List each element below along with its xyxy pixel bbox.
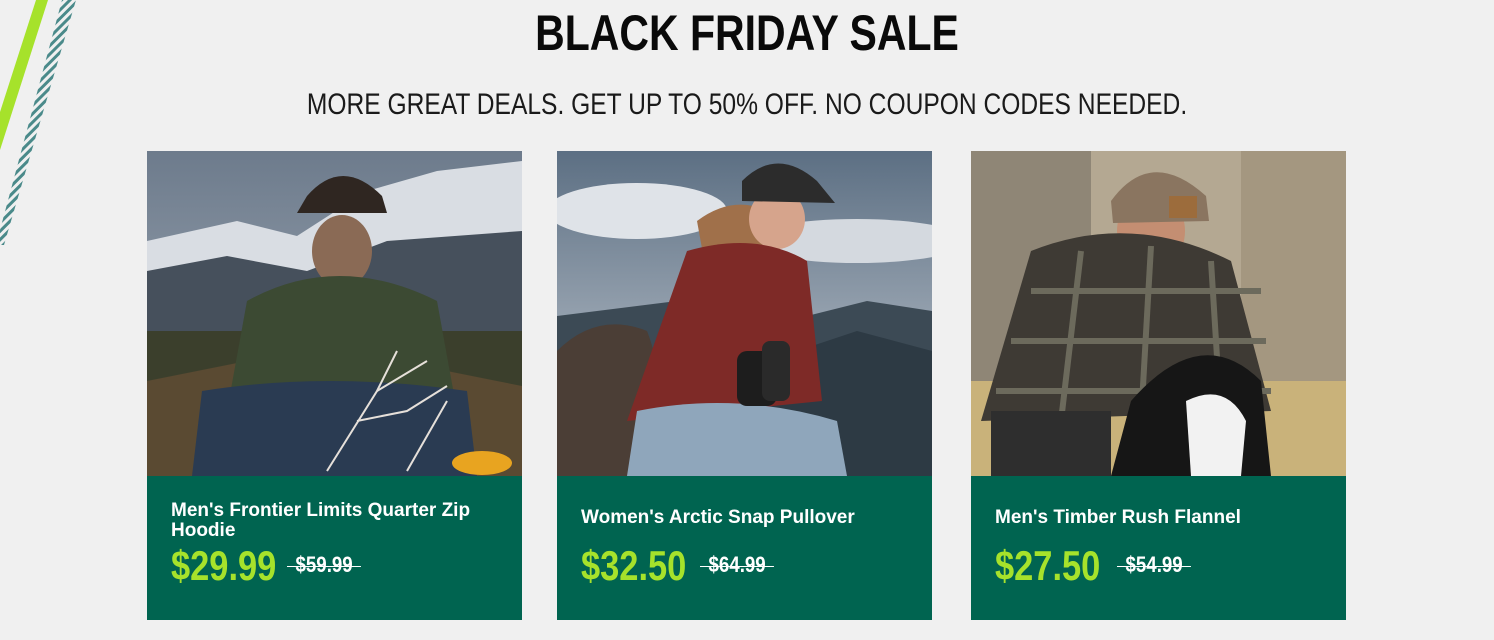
sale-price: $32.50 bbox=[581, 542, 687, 589]
product-image[interactable] bbox=[557, 151, 932, 476]
original-price: $59.99 bbox=[287, 552, 362, 578]
product-card[interactable]: Women's Arctic Snap Pullover $32.50 $64.… bbox=[557, 151, 932, 620]
product-card[interactable]: Men's Frontier Limits Quarter Zip Hoodie… bbox=[147, 151, 522, 620]
product-name[interactable]: Women's Arctic Snap Pullover bbox=[581, 508, 901, 528]
product-name[interactable]: Men's Frontier Limits Quarter Zip Hoodie bbox=[171, 501, 491, 541]
decorative-stripes bbox=[0, 0, 76, 245]
product-image[interactable] bbox=[971, 151, 1346, 476]
page-title: BLACK FRIDAY SALE bbox=[535, 5, 959, 61]
sale-price: $27.50 bbox=[995, 542, 1101, 589]
product-card[interactable]: Men's Timber Rush Flannel $27.50 $54.99 bbox=[971, 151, 1346, 620]
sale-price: $29.99 bbox=[171, 542, 277, 589]
product-image[interactable] bbox=[147, 151, 522, 476]
original-price: $64.99 bbox=[700, 552, 775, 578]
page-subtitle: MORE GREAT DEALS. GET UP TO 50% OFF. NO … bbox=[306, 88, 1188, 121]
product-name[interactable]: Men's Timber Rush Flannel bbox=[995, 508, 1315, 528]
original-price: $54.99 bbox=[1117, 552, 1192, 578]
